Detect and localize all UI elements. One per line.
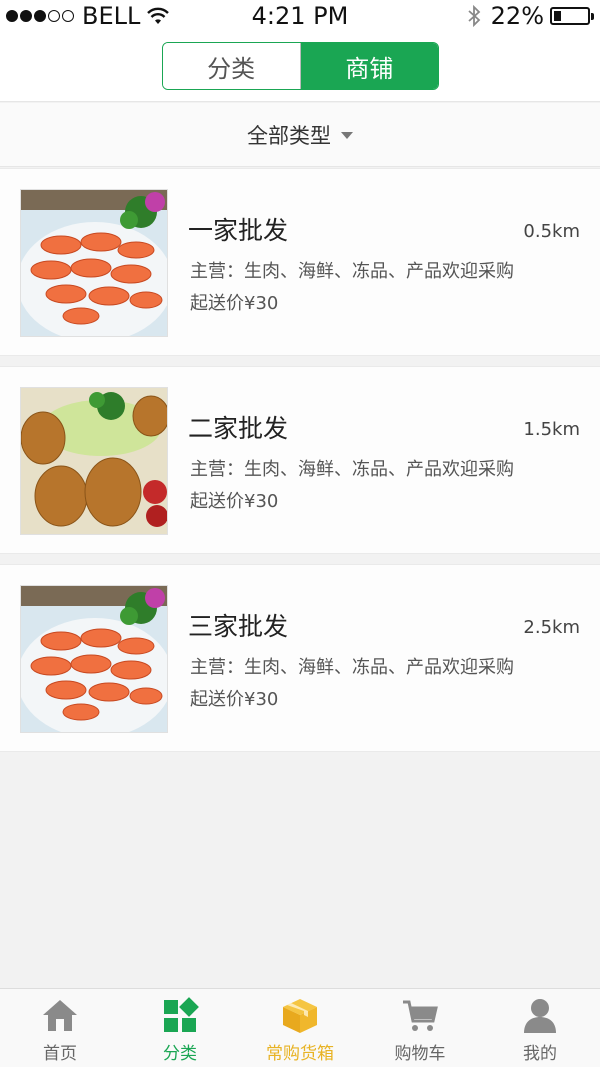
filter-label: 全部类型	[247, 123, 331, 148]
tab-frequent-box[interactable]: 常购货箱	[240, 989, 360, 1067]
battery-percent: 22%	[490, 2, 544, 30]
shop-card[interactable]: 二家批发 1.5km 主营：生肉、海鲜、冻品、产品欢迎采购 起送价¥30	[0, 366, 600, 554]
status-bar: BELL 4:21 PM 22%	[0, 0, 600, 34]
status-right: 22%	[467, 2, 594, 30]
fried-chicken-photo	[20, 387, 168, 535]
shrimp-photo	[20, 189, 168, 337]
segment-tab-category[interactable]: 分类	[163, 43, 301, 89]
tab-label: 常购货箱	[266, 1044, 334, 1064]
tab-mine[interactable]: 我的	[480, 989, 600, 1067]
battery-level-fill	[554, 11, 561, 21]
user-icon	[524, 999, 556, 1033]
tab-label: 购物车	[394, 1044, 446, 1064]
shop-distance: 0.5km	[523, 221, 580, 242]
home-icon	[43, 1000, 77, 1031]
tab-cart[interactable]: 购物车	[360, 989, 480, 1067]
cart-icon	[403, 1000, 438, 1031]
shop-card[interactable]: 一家批发 0.5km 主营：生肉、海鲜、冻品、产品欢迎采购 起送价¥30	[0, 168, 600, 356]
battery-icon	[550, 7, 594, 25]
top-header: 分类 商铺	[0, 34, 600, 102]
shop-name: 一家批发	[188, 216, 289, 245]
shrimp-photo	[20, 585, 168, 733]
category-icon	[164, 997, 199, 1032]
bottom-tab-bar: 首页 分类 常购货箱 购物车 我的	[0, 988, 600, 1067]
shop-card[interactable]: 三家批发 2.5km 主营：生肉、海鲜、冻品、产品欢迎采购 起送价¥30	[0, 564, 600, 752]
shop-main-business: 主营：生肉、海鲜、冻品、产品欢迎采购	[190, 261, 514, 282]
tab-home[interactable]: 首页	[0, 989, 120, 1067]
shop-distance: 1.5km	[523, 419, 580, 440]
segment-control: 分类 商铺	[162, 42, 439, 90]
tab-label: 首页	[43, 1044, 77, 1064]
box-icon	[283, 999, 317, 1033]
shop-list: 一家批发 0.5km 主营：生肉、海鲜、冻品、产品欢迎采购 起送价¥30 二家批…	[0, 168, 600, 762]
shop-min-order: 起送价¥30	[190, 491, 279, 512]
tab-label: 我的	[523, 1044, 557, 1064]
shop-name: 二家批发	[188, 414, 289, 443]
caret-down-icon	[341, 132, 353, 139]
tab-category[interactable]: 分类	[120, 989, 240, 1067]
bluetooth-icon	[468, 4, 480, 28]
segment-tab-shops[interactable]: 商铺	[300, 43, 438, 89]
type-filter[interactable]: 全部类型	[0, 103, 600, 167]
tab-label: 分类	[163, 1044, 197, 1064]
shop-distance: 2.5km	[523, 617, 580, 638]
shop-main-business: 主营：生肉、海鲜、冻品、产品欢迎采购	[190, 459, 514, 480]
shop-main-business: 主营：生肉、海鲜、冻品、产品欢迎采购	[190, 657, 514, 678]
shop-min-order: 起送价¥30	[190, 689, 279, 710]
shop-min-order: 起送价¥30	[190, 293, 279, 314]
shop-name: 三家批发	[188, 612, 289, 641]
